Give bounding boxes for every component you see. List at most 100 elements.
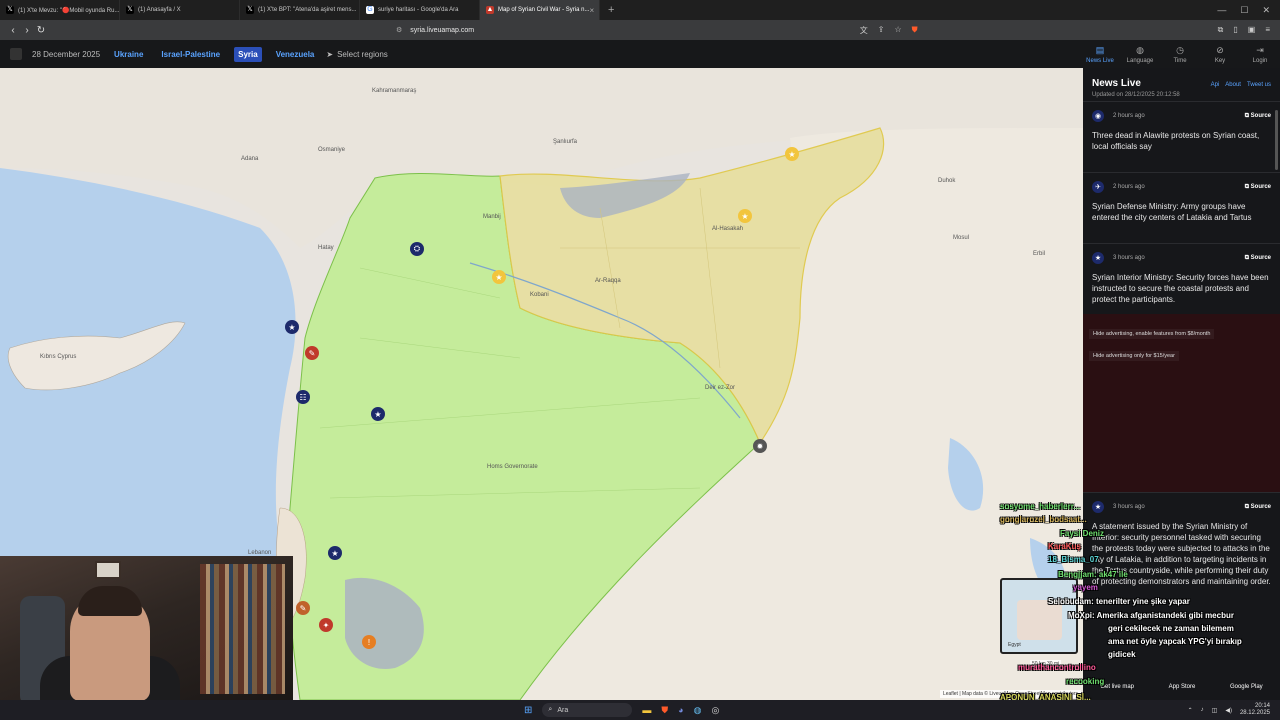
windows-taskbar: ⊞ ⌕ Ara ▬ ⛊ ◕ ◍ ◎ ⌃ ♪ ◫ ◀) 20:14 28.12.20… bbox=[0, 700, 1280, 720]
nav-language[interactable]: ◍ Language bbox=[1120, 40, 1160, 68]
event-marker-pin[interactable]: ✦ bbox=[319, 618, 333, 632]
close-window-icon[interactable]: ✕ bbox=[1262, 5, 1270, 16]
x-logo-icon: 𝕏 bbox=[6, 6, 14, 14]
region-ukraine[interactable]: Ukraine bbox=[110, 47, 147, 62]
news-updated: Updated on 28/12/2025 20:12:58 bbox=[1092, 92, 1180, 98]
source-avatar-icon: ◉ bbox=[1092, 110, 1104, 122]
chat-message: KaraKuş bbox=[1048, 542, 1081, 551]
region-syria[interactable]: Syria bbox=[234, 46, 262, 62]
file-explorer-icon[interactable]: ▬ bbox=[642, 705, 651, 716]
bookmark-icon[interactable]: ☆ bbox=[894, 25, 901, 36]
translate-icon[interactable]: 文 bbox=[860, 25, 868, 36]
event-marker-group[interactable]: ☷ bbox=[296, 390, 310, 404]
discord-icon[interactable]: ◕ bbox=[678, 705, 683, 716]
advertising-block: Hide advertising, enable features from $… bbox=[1083, 314, 1280, 492]
brave-shield-icon[interactable]: ⛊ bbox=[912, 25, 918, 36]
event-marker-gun[interactable]: ✎ bbox=[296, 601, 310, 615]
reload-icon[interactable]: ↻ bbox=[34, 25, 48, 36]
region-israel-palestine[interactable]: Israel-Palestine bbox=[157, 47, 224, 62]
address-bar-actions: 文 ⇪ ☆ ⛊ ⧉ ▯ ▣ ≡ bbox=[860, 25, 1274, 36]
menu-icon[interactable]: ≡ bbox=[1265, 25, 1270, 36]
browser-tab[interactable]: 𝕏 (1) Anasayfa / X bbox=[120, 0, 240, 20]
source-link[interactable]: ⧉ Source bbox=[1245, 113, 1271, 120]
region-venezuela[interactable]: Venezuela bbox=[272, 47, 319, 62]
event-marker-star[interactable]: ★ bbox=[285, 320, 299, 334]
event-marker-star[interactable]: ★ bbox=[492, 270, 506, 284]
label-duhok: Duhok bbox=[938, 178, 956, 184]
screen: 𝕏 (1) X'te Mevzu: "🔴Mobil oyunda Ru... 𝕏 (… bbox=[0, 0, 1280, 720]
event-marker-star[interactable]: ★ bbox=[785, 147, 799, 161]
share-icon[interactable]: ⇪ bbox=[878, 25, 885, 36]
extensions-icon[interactable]: ⧉ bbox=[1218, 25, 1224, 36]
clock-time: 20:14 bbox=[1254, 703, 1270, 709]
microphone-icon[interactable]: ♪ bbox=[1201, 707, 1204, 713]
military-icon: ✈ bbox=[1092, 181, 1104, 193]
maximize-icon[interactable]: ☐ bbox=[1240, 5, 1248, 16]
tray-chevron-icon[interactable]: ⌃ bbox=[1188, 707, 1193, 714]
browser-tab[interactable]: Gsuriye haritası - Google'da Ara bbox=[360, 0, 480, 20]
x-logo-icon: 𝕏 bbox=[246, 6, 254, 14]
news-time: 2 hours ago bbox=[1113, 184, 1145, 190]
forward-icon[interactable]: › bbox=[20, 25, 34, 36]
nav-time[interactable]: ◷ Time bbox=[1160, 40, 1200, 68]
label-homs: Homs Governorate bbox=[487, 464, 538, 470]
event-marker-star[interactable]: ★ bbox=[371, 407, 385, 421]
label-adana: Adana bbox=[241, 156, 259, 162]
map-icon: ▲ bbox=[486, 6, 494, 14]
hide-ads-monthly[interactable]: Hide advertising, enable features from $… bbox=[1089, 329, 1215, 339]
nav-news-live[interactable]: ▤ News Live bbox=[1080, 40, 1120, 68]
event-marker-helicopter[interactable]: ⛭ bbox=[410, 242, 424, 256]
event-marker-gun[interactable]: ✎ bbox=[305, 346, 319, 360]
api-link[interactable]: Api bbox=[1211, 82, 1220, 88]
clock[interactable]: 20:14 28.12.2025 bbox=[1240, 703, 1270, 717]
current-date: 28 December 2025 bbox=[32, 49, 101, 59]
new-tab-icon[interactable]: + bbox=[600, 4, 622, 16]
hide-ads-yearly[interactable]: Hide advertising only for $15/year bbox=[1089, 351, 1179, 361]
event-marker-explosion[interactable]: ✹ bbox=[753, 439, 767, 453]
close-tab-icon[interactable]: × bbox=[589, 6, 594, 15]
news-item[interactable]: ◉ 2 hours ago ⧉ Source Three dead in Alawi… bbox=[1083, 101, 1280, 172]
brave-browser-icon[interactable]: ⛊ bbox=[661, 705, 668, 716]
search-icon: ⌕ bbox=[548, 706, 553, 713]
news-item[interactable]: ★ 3 hours ago ⧉ Source Syrian Interior Min… bbox=[1083, 243, 1280, 314]
wallet-icon[interactable]: ▣ bbox=[1248, 25, 1256, 36]
volume-icon[interactable]: ◀) bbox=[1225, 707, 1232, 714]
source-link[interactable]: ⧉ Source bbox=[1245, 255, 1271, 262]
url-field[interactable]: ⚙ syria.liveuamap.com bbox=[396, 26, 860, 35]
source-link[interactable]: ⧉ Source bbox=[1245, 184, 1271, 191]
chat-message: yayem bbox=[1073, 583, 1098, 592]
obs-icon[interactable]: ◎ bbox=[711, 705, 719, 716]
browser-tab[interactable]: 𝕏 (1) X'te Mevzu: "🔴Mobil oyunda Ru... bbox=[0, 0, 120, 20]
event-marker-star[interactable]: ★ bbox=[328, 546, 342, 560]
sidebar-icon[interactable]: ▯ bbox=[1233, 25, 1237, 36]
news-time: 3 hours ago bbox=[1113, 255, 1145, 261]
select-regions-button[interactable]: ➤ Select regions bbox=[326, 50, 387, 59]
steam-icon[interactable]: ◍ bbox=[694, 705, 702, 716]
taskbar-search-label: Ara bbox=[557, 706, 569, 714]
streamer-webcam bbox=[0, 556, 293, 700]
news-scrollbar[interactable] bbox=[1275, 110, 1278, 170]
minimize-icon[interactable]: — bbox=[1217, 5, 1226, 16]
taskbar-search[interactable]: ⌕ Ara bbox=[542, 703, 633, 717]
source-label: Source bbox=[1250, 183, 1271, 190]
browser-tab-active[interactable]: ▲ Map of Syrian Civil War - Syria n... × bbox=[480, 0, 600, 20]
windows-start-icon[interactable]: ⊞ bbox=[524, 705, 532, 716]
back-icon[interactable]: ‹ bbox=[6, 25, 20, 36]
label-deir: Deir ez-Zor bbox=[705, 385, 736, 391]
tab-label: Map of Syrian Civil War - Syria n... bbox=[498, 7, 590, 13]
about-link[interactable]: About bbox=[1225, 82, 1241, 88]
network-icon[interactable]: ◫ bbox=[1212, 707, 1218, 714]
nav-login[interactable]: ⇥ Login bbox=[1240, 40, 1280, 68]
event-marker-star[interactable]: ★ bbox=[738, 209, 752, 223]
tweet-us-link[interactable]: Tweet us bbox=[1247, 82, 1271, 88]
nav-key[interactable]: ⊘ Key bbox=[1200, 40, 1240, 68]
news-item[interactable]: ✈ 2 hours ago ⧉ Source Syrian Defense Mini… bbox=[1083, 172, 1280, 243]
news-links: Api About Tweet us bbox=[1211, 82, 1271, 88]
liveuamap-logo[interactable] bbox=[10, 48, 22, 60]
label-raqqa: Ar-Raqqa bbox=[595, 278, 621, 284]
site-info-icon[interactable]: ⚙ bbox=[396, 26, 402, 34]
browser-tab[interactable]: 𝕏 (1) X'te BPT: "Atena'da aşiret mens... bbox=[240, 0, 360, 20]
news-text: Syrian Defense Ministry: Army groups hav… bbox=[1092, 202, 1252, 222]
label-mosul: Mosul bbox=[953, 235, 970, 241]
event-marker-warning[interactable]: ! bbox=[362, 635, 376, 649]
